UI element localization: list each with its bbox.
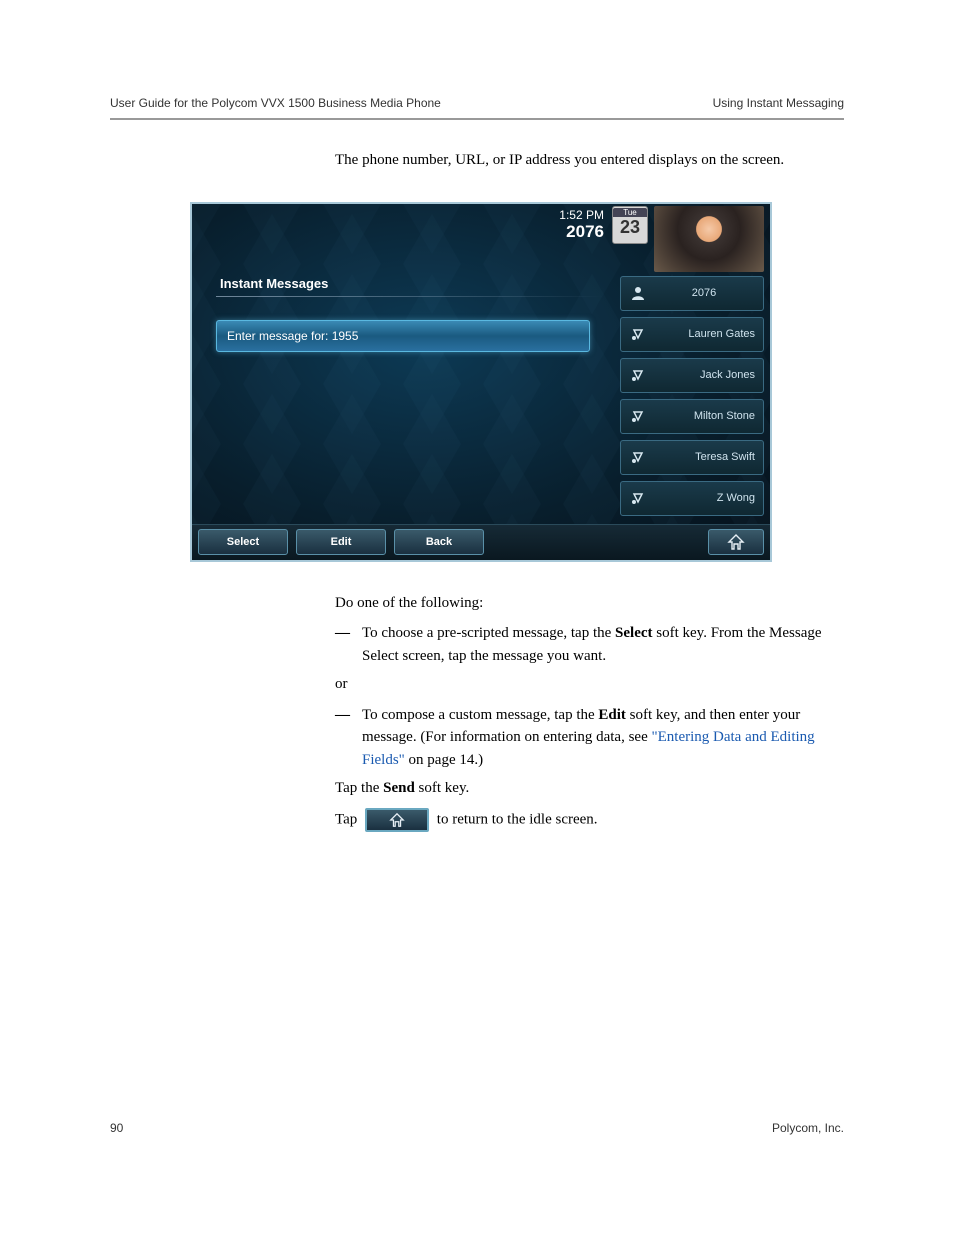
page-footer: 90 Polycom, Inc. bbox=[110, 1121, 844, 1135]
or-text: or bbox=[335, 673, 844, 696]
dial-icon bbox=[629, 366, 647, 384]
softkey-select[interactable]: Select bbox=[198, 529, 288, 555]
send-text: Tap the Send soft key. bbox=[335, 777, 844, 800]
bullet-text: To compose a custom message, tap the Edi… bbox=[362, 704, 844, 772]
home-icon bbox=[388, 812, 406, 828]
lead-text: Do one of the following: bbox=[335, 592, 844, 615]
status-time: 1:52 PM bbox=[559, 208, 604, 222]
header-right: Using Instant Messaging bbox=[713, 96, 844, 110]
status-extension: 2076 bbox=[559, 222, 604, 242]
bullet-dash: — bbox=[335, 622, 350, 667]
date-day: 23 bbox=[620, 217, 640, 238]
line-key-label: Jack Jones bbox=[653, 369, 755, 381]
dial-icon bbox=[629, 407, 647, 425]
line-key-label: Teresa Swift bbox=[653, 451, 755, 463]
bullet-item: — To compose a custom message, tap the E… bbox=[335, 704, 844, 772]
phone-screenshot: 1:52 PM 2076 Tue 23 Instant Messages Ent… bbox=[190, 202, 844, 562]
message-input[interactable]: Enter message for: 1955 bbox=[216, 320, 590, 352]
line-key-label: Milton Stone bbox=[653, 410, 755, 422]
bullet-text: To choose a pre-scripted message, tap th… bbox=[362, 622, 844, 667]
softkey-edit[interactable]: Edit bbox=[296, 529, 386, 555]
line-key-label: Lauren Gates bbox=[653, 328, 755, 340]
return-text: Tap to return to the idle screen. bbox=[335, 808, 844, 832]
body-text: Do one of the following: — To choose a p… bbox=[335, 592, 844, 832]
bullet-item: — To choose a pre-scripted message, tap … bbox=[335, 622, 844, 667]
page-header: User Guide for the Polycom VVX 1500 Busi… bbox=[110, 0, 844, 120]
line-key-contact[interactable]: Milton Stone bbox=[620, 399, 764, 434]
line-key-label: 2076 bbox=[653, 287, 755, 299]
line-key-column: 2076 Lauren Gates Jack Jones bbox=[620, 276, 764, 516]
line-key-contact[interactable]: Jack Jones bbox=[620, 358, 764, 393]
status-bar: 1:52 PM 2076 bbox=[559, 208, 604, 242]
line-key-label: Z Wong bbox=[653, 492, 755, 504]
softkey-row: Select Edit Back bbox=[192, 524, 770, 560]
inline-home-button bbox=[365, 808, 429, 832]
line-key-contact[interactable]: Z Wong bbox=[620, 481, 764, 516]
line-key-contact[interactable]: Teresa Swift bbox=[620, 440, 764, 475]
page-number: 90 bbox=[110, 1121, 123, 1135]
bullet-dash: — bbox=[335, 704, 350, 772]
title-underline bbox=[216, 296, 604, 297]
date-dow: Tue bbox=[613, 208, 647, 217]
home-button[interactable] bbox=[708, 529, 764, 555]
line-key-extension[interactable]: 2076 bbox=[620, 276, 764, 311]
avatar bbox=[654, 206, 764, 272]
dial-icon bbox=[629, 489, 647, 507]
dial-icon bbox=[629, 325, 647, 343]
date-badge: Tue 23 bbox=[612, 206, 648, 244]
header-left: User Guide for the Polycom VVX 1500 Busi… bbox=[110, 96, 441, 110]
screen-title: Instant Messages bbox=[220, 276, 328, 291]
line-key-contact[interactable]: Lauren Gates bbox=[620, 317, 764, 352]
person-icon bbox=[629, 284, 647, 302]
phone-screen: 1:52 PM 2076 Tue 23 Instant Messages Ent… bbox=[190, 202, 772, 562]
softkey-back[interactable]: Back bbox=[394, 529, 484, 555]
footer-company: Polycom, Inc. bbox=[772, 1121, 844, 1135]
dial-icon bbox=[629, 448, 647, 466]
intro-text: The phone number, URL, or IP address you… bbox=[335, 150, 844, 172]
home-icon bbox=[727, 533, 745, 551]
